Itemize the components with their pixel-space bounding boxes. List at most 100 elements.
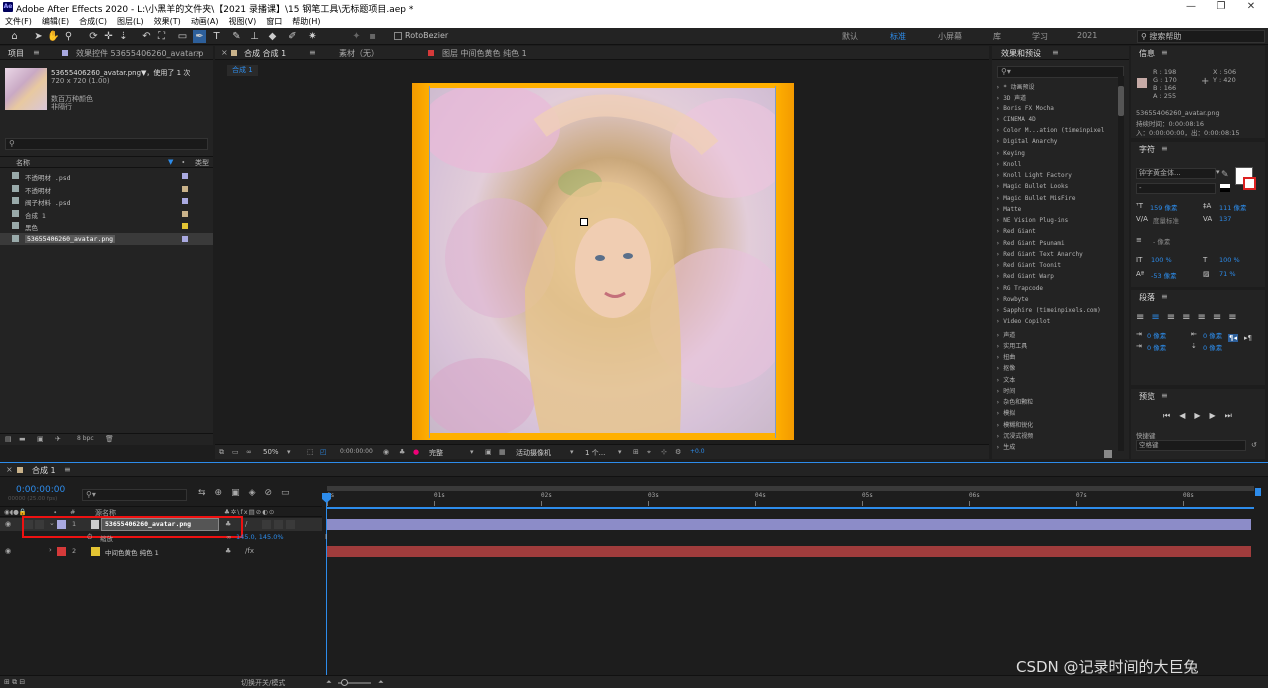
- sort-icon[interactable]: ▼: [168, 158, 173, 166]
- effect-category[interactable]: › 杂色和颗粒: [996, 397, 1033, 406]
- photo-layer[interactable]: [430, 88, 775, 433]
- effect-category[interactable]: › Color M...ation (timeinpixel: [996, 127, 1104, 134]
- stamp-tool-icon[interactable]: ⊥: [248, 30, 261, 43]
- effect-category[interactable]: › Rowbyte: [996, 296, 1029, 303]
- tab-preview[interactable]: 预览: [1139, 391, 1155, 402]
- effect-category[interactable]: › 模糊和锐化: [996, 420, 1033, 429]
- timeline-switch-icons[interactable]: ⇆⊕▣◈⊘▭: [198, 488, 299, 498]
- dolly-tool-icon[interactable]: ⇣: [117, 30, 130, 43]
- indent-right[interactable]: 0 像素: [1203, 330, 1222, 340]
- trash-icon[interactable]: 🗑: [105, 435, 114, 443]
- effect-category[interactable]: › CINEMA 4D: [996, 116, 1036, 123]
- effect-category[interactable]: › Matte: [996, 206, 1021, 213]
- transparency-icon[interactable]: ▦: [499, 448, 506, 456]
- anchor-tool-icon[interactable]: ⛶: [155, 30, 168, 43]
- new-folder-effects-icon[interactable]: [1104, 450, 1112, 458]
- type-tool-icon[interactable]: T: [210, 30, 223, 43]
- effect-category[interactable]: › 扭曲: [996, 352, 1015, 361]
- color-icon[interactable]: ●: [413, 448, 419, 456]
- quality-select[interactable]: 完整: [429, 448, 443, 458]
- effect-category[interactable]: › Red Giant: [996, 228, 1036, 235]
- pan-tool-icon[interactable]: ✛: [102, 30, 115, 43]
- fx-icon[interactable]: /fx: [245, 547, 254, 555]
- work-area-bar[interactable]: [327, 486, 1254, 491]
- orbit-tool-icon[interactable]: ⟳: [87, 30, 100, 43]
- new-folder-icon[interactable]: ▬: [19, 435, 26, 443]
- menu-item[interactable]: 效果(T): [154, 16, 181, 27]
- zoom-tool-icon[interactable]: ⚲: [62, 30, 75, 43]
- tab-project[interactable]: 项目: [8, 48, 24, 59]
- workspace-tab[interactable]: 默认: [842, 31, 858, 42]
- layer-bar-1[interactable]: [327, 519, 1251, 530]
- pen-tool-icon[interactable]: ✒: [193, 30, 206, 43]
- selection-tool-icon[interactable]: ➤: [32, 30, 45, 43]
- tab-timeline-comp[interactable]: 合成 1: [32, 465, 56, 476]
- label-color[interactable]: [182, 235, 188, 242]
- comp-canvas[interactable]: [412, 83, 794, 440]
- new-comp-icon[interactable]: ▣: [37, 435, 44, 443]
- effect-category[interactable]: › 文本: [996, 375, 1015, 384]
- tab-effect-controls[interactable]: 效果控件 53655406260_avatar.p: [76, 48, 203, 59]
- alignment-buttons[interactable]: ≡≡≡≡≡≡≡: [1136, 312, 1244, 323]
- workspace-tab[interactable]: 2021: [1077, 31, 1097, 40]
- rectangle-tool-icon[interactable]: ▭: [176, 30, 189, 43]
- menu-item[interactable]: 合成(C): [79, 16, 107, 27]
- snapshot-icon[interactable]: ◉: [383, 448, 389, 456]
- layer-label-color[interactable]: [57, 547, 66, 556]
- menu-item[interactable]: 帮助(H): [292, 16, 320, 27]
- rotobezier-checkbox[interactable]: [394, 32, 402, 40]
- tab-character[interactable]: 字符: [1139, 144, 1155, 155]
- effect-category[interactable]: › Knoll: [996, 161, 1021, 168]
- hand-tool-icon[interactable]: ✋: [47, 30, 60, 43]
- label-icon[interactable]: ⬩: [182, 158, 185, 167]
- workspace-tab[interactable]: 小屏幕: [938, 31, 962, 42]
- minimize-button[interactable]: —: [1176, 1, 1206, 12]
- project-item[interactable]: 黑色: [0, 220, 213, 232]
- label-color[interactable]: [182, 198, 188, 204]
- effect-category[interactable]: › 声道: [996, 330, 1015, 339]
- effect-category[interactable]: › Knoll Light Factory: [996, 172, 1072, 179]
- roto-brush-icon[interactable]: ✐: [286, 30, 299, 43]
- font-style-select[interactable]: -: [1136, 183, 1216, 194]
- reset-exposure-icon[interactable]: ⚙: [675, 448, 681, 456]
- visibility-icon[interactable]: ◉: [5, 547, 11, 555]
- effect-category[interactable]: › Magic Bullet Looks: [996, 183, 1068, 190]
- col-name[interactable]: 名称: [16, 158, 30, 168]
- zoom-slider-handle[interactable]: [341, 679, 348, 686]
- 3d-icon[interactable]: ⌖: [647, 448, 651, 457]
- eyedropper-icon[interactable]: ✎: [1221, 170, 1229, 180]
- pen-mode-icon[interactable]: ✦: [350, 30, 363, 43]
- effect-category[interactable]: › Digital Anarchy: [996, 138, 1057, 145]
- menu-item[interactable]: 文件(F): [5, 16, 32, 27]
- keyframe-marker[interactable]: I: [325, 533, 327, 541]
- layer-bar-2[interactable]: [327, 546, 1251, 557]
- av-switches-icon[interactable]: ◉◖●🔒: [4, 508, 27, 516]
- bpc-label[interactable]: 8 bpc: [77, 435, 94, 442]
- project-item[interactable]: 合成 1: [0, 208, 213, 220]
- scale-value[interactable]: 145.0, 145.0%: [236, 533, 284, 541]
- mask-icon[interactable]: ◰: [320, 448, 327, 456]
- hscale-value[interactable]: 100 %: [1219, 256, 1240, 264]
- effect-category[interactable]: › Video Copilot: [996, 318, 1050, 325]
- indent-first[interactable]: 0 像素: [1147, 342, 1166, 352]
- project-search-input[interactable]: ⚲: [5, 138, 208, 150]
- font-family-select[interactable]: 钟字黄金体...: [1136, 168, 1216, 179]
- zoom-dropdown-icon[interactable]: ▾: [287, 448, 291, 456]
- panel-menu-icon[interactable]: »: [196, 48, 201, 57]
- leading-value[interactable]: 111 像素: [1219, 202, 1246, 212]
- effect-category[interactable]: › Boris FX Mocha: [996, 105, 1054, 112]
- tsume-value[interactable]: 71 %: [1219, 270, 1236, 278]
- tab-paragraph[interactable]: 段落: [1139, 292, 1155, 303]
- rotate-tool-icon[interactable]: ↶: [140, 30, 153, 43]
- timeline-timecode[interactable]: 0:00:00:00: [16, 485, 65, 495]
- effect-category[interactable]: › NE Vision Plug-ins: [996, 217, 1068, 224]
- workspace-tab[interactable]: 标准: [890, 31, 906, 42]
- shy-icon[interactable]: ♣: [225, 547, 231, 555]
- views-select[interactable]: 1 个...: [585, 448, 605, 458]
- baseline-value[interactable]: -53 像素: [1151, 270, 1177, 280]
- rtl-icon[interactable]: ¶◂: [1228, 334, 1238, 342]
- eraser-tool-icon[interactable]: ◆: [266, 30, 279, 43]
- footer-icons[interactable]: ⊞ ⧉ ⊟: [4, 678, 25, 687]
- zoom-in-icon[interactable]: ⏶: [378, 678, 384, 687]
- menu-item[interactable]: 编辑(E): [42, 16, 69, 27]
